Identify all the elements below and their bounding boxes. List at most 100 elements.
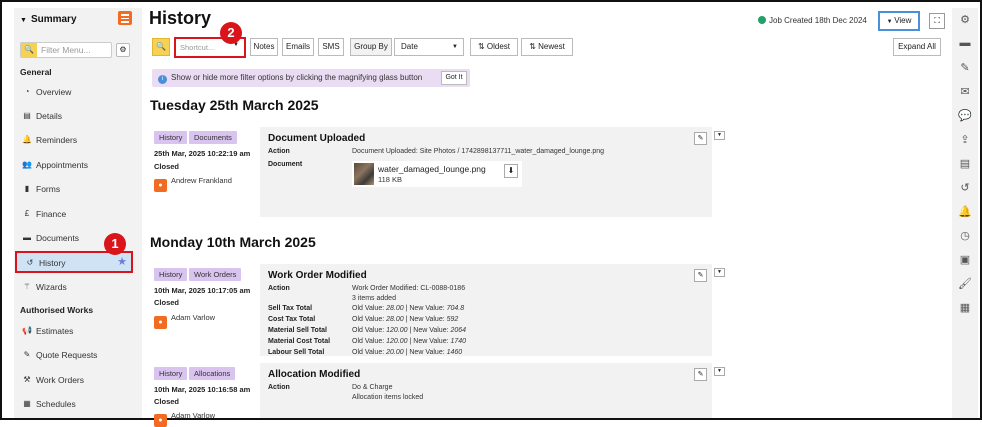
fullscreen-button[interactable]: ⛶	[929, 13, 945, 29]
entry-status: Closed	[154, 298, 180, 307]
sort-icon: ⇅	[477, 42, 487, 51]
hamburger-menu-button[interactable]	[118, 11, 132, 25]
menu-filter-placeholder: Filter Menu...	[41, 45, 91, 55]
expand-all-button[interactable]: Expand All	[893, 38, 941, 56]
entry-menu-caret-icon[interactable]: ▼	[714, 131, 725, 140]
entry-user[interactable]: ●Adam Varlow	[154, 411, 215, 427]
sidebar-header[interactable]: ▼ Summary	[20, 14, 77, 25]
user-avatar-icon: ●	[154, 414, 167, 427]
entry-title: Allocation Modified	[268, 369, 361, 380]
notes-filter-button[interactable]: Notes	[250, 38, 278, 56]
expand-icon: ⛶	[934, 16, 940, 25]
sidebar-item-reminders[interactable]: 🔔 Reminders	[14, 130, 142, 152]
view-dropdown-button[interactable]: ▼ View	[878, 11, 920, 31]
entry-menu-caret-icon[interactable]: ▼	[714, 268, 725, 277]
users-icon: 👥	[22, 160, 32, 169]
sort-oldest-button[interactable]: ⇅ Oldest	[470, 38, 518, 56]
edit-square-icon[interactable]: ✎	[952, 61, 978, 74]
history-entry-card: Allocation Modified Action Do & Charge Al…	[260, 363, 712, 418]
entry-user[interactable]: ●Adam Varlow	[154, 313, 215, 329]
file-icon: ▮	[24, 184, 30, 193]
group-by-select[interactable]: Date ▼	[394, 38, 464, 56]
search-icon[interactable]: 🔍	[21, 43, 37, 57]
sidebar-item-estimates[interactable]: 📢 Estimates	[14, 321, 142, 343]
gear-icon[interactable]: ⚙	[952, 13, 978, 26]
caret-down-icon: ▼	[20, 17, 27, 24]
edit-pencil-icon[interactable]: ✎	[694, 368, 707, 381]
document-attachment[interactable]: water_damaged_lounge.png 118 KB ⬇	[352, 161, 522, 187]
tag-history[interactable]: History	[154, 268, 188, 281]
image-icon[interactable]: ▣	[952, 253, 978, 266]
document-thumbnail[interactable]	[354, 163, 374, 185]
file-size: 118 KB	[378, 175, 403, 184]
download-icon[interactable]: ⬇	[504, 164, 518, 178]
chat-icon[interactable]: 💬	[952, 109, 978, 122]
section-authorised-works: Authorised Works	[20, 305, 94, 315]
contact-card-icon[interactable]: ▤	[952, 157, 978, 170]
sidebar-item-wizards[interactable]: ⚚ Wizards	[14, 277, 142, 299]
user-avatar-icon: ●	[154, 179, 167, 192]
settings-gear-button[interactable]: ⚙	[116, 43, 130, 57]
got-it-button[interactable]: Got It	[441, 71, 467, 85]
section-general: General	[20, 67, 52, 77]
day-heading: Tuesday 25th March 2025	[150, 97, 319, 113]
entry-status: Closed	[154, 397, 180, 406]
edit-pencil-icon[interactable]: ✎	[694, 269, 707, 282]
brush-icon[interactable]: 🖌	[952, 277, 978, 290]
entry-menu-caret-icon[interactable]: ▼	[714, 367, 725, 376]
bell-icon: 🔔	[22, 135, 32, 144]
tag-allocations[interactable]: Allocations	[189, 367, 236, 380]
history-icon: ↺	[26, 258, 34, 267]
sms-filter-button[interactable]: SMS	[318, 38, 344, 56]
history-entry-card: Work Order Modified Action Work Order Mod…	[260, 264, 712, 356]
tag-documents[interactable]: Documents	[189, 131, 237, 144]
calendar-icon: ▦	[23, 399, 31, 408]
menu-filter-input[interactable]: 🔍 Filter Menu...	[20, 42, 112, 58]
tag-history[interactable]: History	[154, 131, 188, 144]
history-icon[interactable]: ↺	[952, 181, 978, 194]
page-title: History	[149, 8, 212, 28]
info-banner: i Show or hide more filter options by cli…	[152, 69, 470, 87]
sidebar-item-overview[interactable]: ◔ Overview	[14, 82, 142, 104]
sidebar: ▼ Summary 🔍 Filter Menu... ⚙ General ◔ Ove…	[14, 8, 142, 418]
file-name[interactable]: water_damaged_lounge.png	[378, 164, 486, 174]
sidebar-item-finance[interactable]: £ Finance	[14, 204, 142, 226]
clock-icon[interactable]: ◷	[952, 229, 978, 242]
bell-icon[interactable]: 🔔	[952, 205, 978, 218]
filter-toggle-button[interactable]: 🔍	[152, 38, 170, 56]
sort-icon: ⇅	[529, 42, 539, 51]
entry-title: Work Order Modified	[268, 270, 367, 281]
sidebar-item-appointments[interactable]: 👥 Appointments	[14, 155, 142, 177]
megaphone-icon: 📢	[22, 326, 32, 335]
sidebar-item-schedules[interactable]: ▦ Schedules	[14, 394, 142, 416]
history-entry-card: Document Uploaded Action Document Uploade…	[260, 127, 712, 217]
envelope-icon[interactable]: ✉	[952, 85, 978, 98]
favorite-star-icon[interactable]: ★	[117, 255, 127, 268]
sidebar-item-details[interactable]: ▤ Details	[14, 106, 142, 128]
sidebar-item-work-orders[interactable]: ⚒ Work Orders	[14, 370, 142, 392]
wand-icon: ⚚	[23, 282, 31, 291]
folder-icon: ▬	[23, 233, 31, 242]
emails-filter-button[interactable]: Emails	[282, 38, 314, 56]
sidebar-item-quote-requests[interactable]: ✎ Quote Requests	[14, 345, 142, 367]
edit-pencil-icon[interactable]: ✎	[694, 132, 707, 145]
entry-status: Closed	[154, 162, 180, 171]
entry-title: Document Uploaded	[268, 133, 366, 144]
speedometer-icon: ◔	[24, 87, 30, 96]
pound-icon: £	[24, 209, 30, 218]
calculator-icon[interactable]: ▦	[952, 301, 978, 314]
upload-icon[interactable]: ⇪	[952, 133, 978, 146]
search-icon: 🔍	[156, 42, 166, 51]
annotation-badge-2: 2	[220, 22, 242, 44]
sidebar-item-forms[interactable]: ▮ Forms	[14, 179, 142, 201]
sidebar-header-label: Summary	[30, 14, 77, 25]
day-heading: Monday 10th March 2025	[150, 234, 316, 250]
note-icon[interactable]: ▬	[952, 37, 978, 49]
tag-history[interactable]: History	[154, 367, 188, 380]
entry-user[interactable]: ●Andrew Frankland	[154, 176, 232, 192]
sort-newest-button[interactable]: ⇅ Newest	[521, 38, 573, 56]
caret-down-icon: ▼	[452, 44, 458, 50]
tag-work-orders[interactable]: Work Orders	[189, 268, 242, 281]
entry-datetime: 10th Mar, 2025 10:17:05 am	[154, 286, 251, 295]
clipboard-icon: ▤	[23, 111, 31, 120]
